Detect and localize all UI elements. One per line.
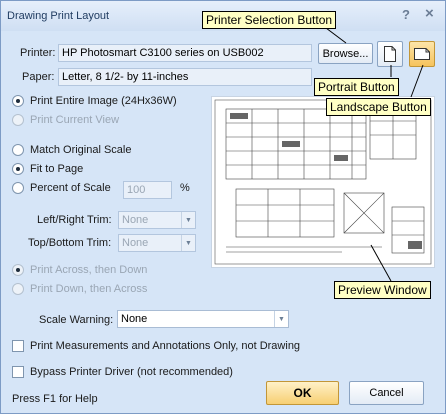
callout-leaders bbox=[325, 27, 424, 282]
portrait-callout: Portrait Button bbox=[314, 78, 399, 96]
landscape-callout: Landscape Button bbox=[326, 98, 431, 116]
preview-callout: Preview Window bbox=[334, 281, 431, 299]
print-layout-dialog: Drawing Print Layout ? × Printer: HP Pho… bbox=[0, 0, 446, 414]
printer-selection-callout: Printer Selection Button bbox=[202, 11, 337, 29]
